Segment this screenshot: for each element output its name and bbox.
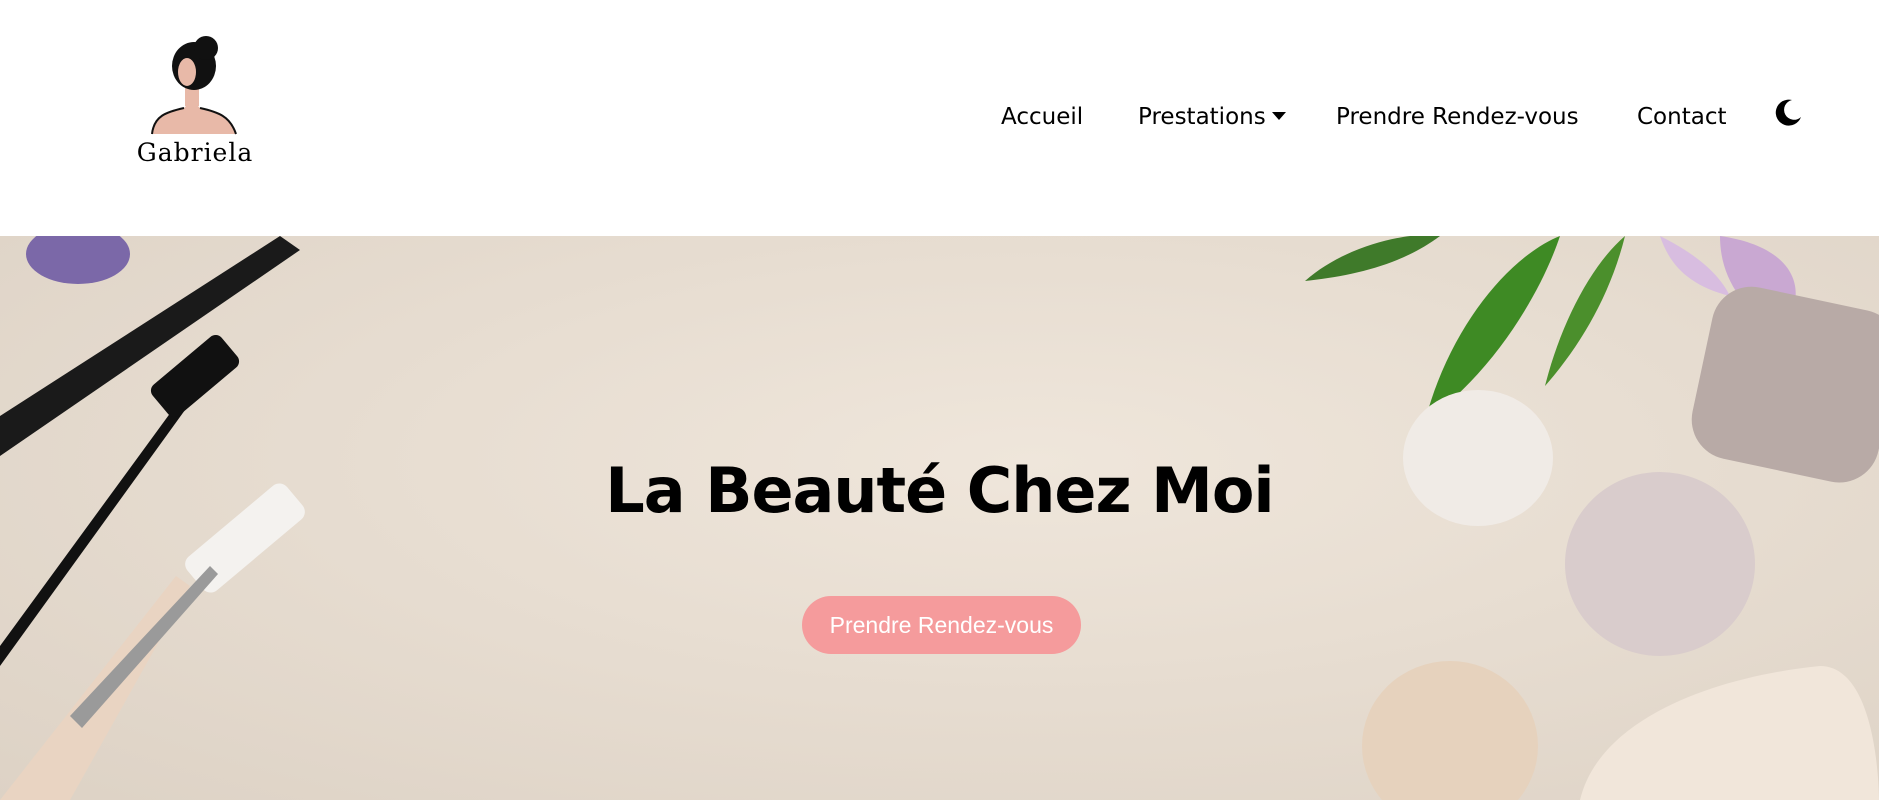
caret-down-icon bbox=[1271, 111, 1286, 120]
site-header: Gabriela Accueil Prestations Prendre Ren… bbox=[0, 0, 1879, 236]
nav-prestations-label: Prestations bbox=[1138, 104, 1266, 130]
brand-name: Gabriela bbox=[136, 138, 254, 167]
woman-silhouette-logo-icon bbox=[151, 36, 237, 135]
nav-accueil[interactable]: Accueil bbox=[1001, 104, 1083, 130]
book-appointment-button[interactable]: Prendre Rendez-vous bbox=[802, 596, 1081, 654]
moon-icon[interactable] bbox=[1772, 97, 1804, 129]
hero-section: La Beauté Chez Moi Prendre Rendez-vous bbox=[0, 236, 1879, 800]
brand-logo[interactable]: Gabriela bbox=[122, 34, 268, 174]
nav-prestations[interactable]: Prestations bbox=[1138, 104, 1286, 130]
hero-title: La Beauté Chez Moi bbox=[605, 454, 1274, 527]
nav-prendre-rendez-vous[interactable]: Prendre Rendez-vous bbox=[1336, 104, 1579, 130]
nav-contact[interactable]: Contact bbox=[1637, 104, 1726, 130]
